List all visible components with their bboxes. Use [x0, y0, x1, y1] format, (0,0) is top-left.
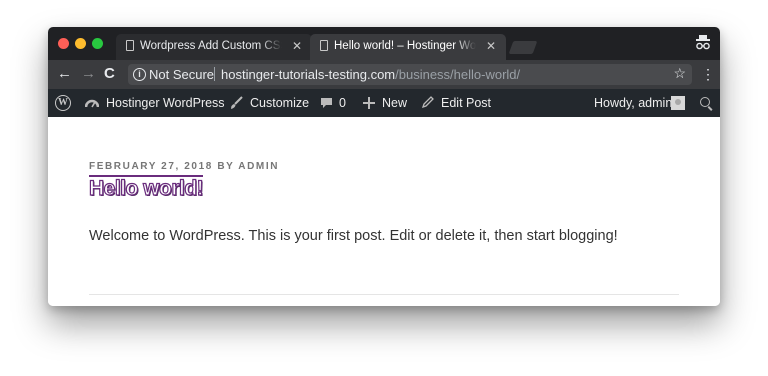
post-meta: FEBRUARY 27, 2018 BY ADMIN [89, 161, 279, 172]
tab-hello-world[interactable]: Hello world! – Hostinger WordPress ✕ [310, 34, 506, 60]
tab-wordpress-custom-css[interactable]: Wordpress Add Custom CSS ‹ ✕ [116, 34, 312, 60]
address-bar[interactable]: i Not Secure hostinger-tutorials-testing… [128, 64, 692, 85]
close-tab-icon[interactable]: ✕ [486, 39, 496, 53]
comment-bubble-icon [321, 98, 332, 108]
info-icon[interactable]: i [133, 68, 146, 81]
post-author[interactable]: ADMIN [238, 161, 279, 172]
tab-title: Wordpress Add Custom CSS ‹ [140, 40, 282, 52]
reload-icon[interactable]: C [104, 65, 115, 83]
new-link[interactable]: New [382, 96, 407, 110]
dashboard-icon [85, 99, 99, 108]
close-tab-icon[interactable]: ✕ [292, 39, 302, 53]
back-arrow-icon[interactable]: ← [57, 65, 72, 83]
page-icon [320, 40, 328, 51]
forward-arrow-icon[interactable]: → [81, 65, 96, 83]
browser-menu-icon[interactable]: ⋮ [701, 65, 715, 83]
comments-count[interactable]: 0 [339, 96, 346, 110]
pencil-icon [421, 96, 434, 109]
account-greeting[interactable]: Howdy, admin [594, 96, 672, 110]
edit-post-link[interactable]: Edit Post [441, 96, 491, 110]
new-tab-button[interactable] [508, 41, 538, 54]
browser-window: Wordpress Add Custom CSS ‹ ✕ Hello world… [48, 27, 720, 306]
incognito-icon [696, 35, 710, 50]
maximize-window-button[interactable] [92, 38, 103, 49]
bookmark-star-icon[interactable]: ☆ [673, 65, 686, 82]
post-body: Welcome to WordPress. This is your first… [89, 228, 618, 244]
security-status[interactable]: Not Secure [149, 67, 214, 82]
url-host: hostinger-tutorials-testing.com [221, 67, 396, 82]
tab-strip: Wordpress Add Custom CSS ‹ ✕ Hello world… [48, 27, 720, 60]
plus-icon [363, 97, 375, 109]
browser-toolbar: ← → C i Not Secure hostinger-tutorials-t… [48, 60, 720, 89]
page-content: FEBRUARY 27, 2018 BY ADMIN Hello world! … [48, 117, 720, 306]
post-date[interactable]: FEBRUARY 27, 2018 [89, 161, 213, 172]
site-name-link[interactable]: Hostinger WordPress [106, 96, 225, 110]
divider [89, 294, 679, 295]
tab-title: Hello world! – Hostinger WordPress [334, 40, 476, 52]
post-title: Hello world! [88, 175, 204, 201]
post-by: BY [217, 161, 235, 172]
minimize-window-button[interactable] [75, 38, 86, 49]
page-icon [126, 40, 134, 51]
wordpress-logo-icon[interactable]: W [55, 95, 71, 111]
avatar[interactable] [671, 96, 685, 110]
wp-admin-bar: W Hostinger WordPress Customize 0 New Ed… [48, 89, 720, 117]
brush-icon [231, 96, 243, 109]
close-window-button[interactable] [58, 38, 69, 49]
divider [214, 67, 215, 81]
url-text[interactable]: hostinger-tutorials-testing.com/business… [221, 67, 520, 82]
customize-link[interactable]: Customize [250, 96, 309, 110]
url-path: /business/hello-world/ [395, 67, 521, 82]
search-icon[interactable] [700, 97, 710, 107]
